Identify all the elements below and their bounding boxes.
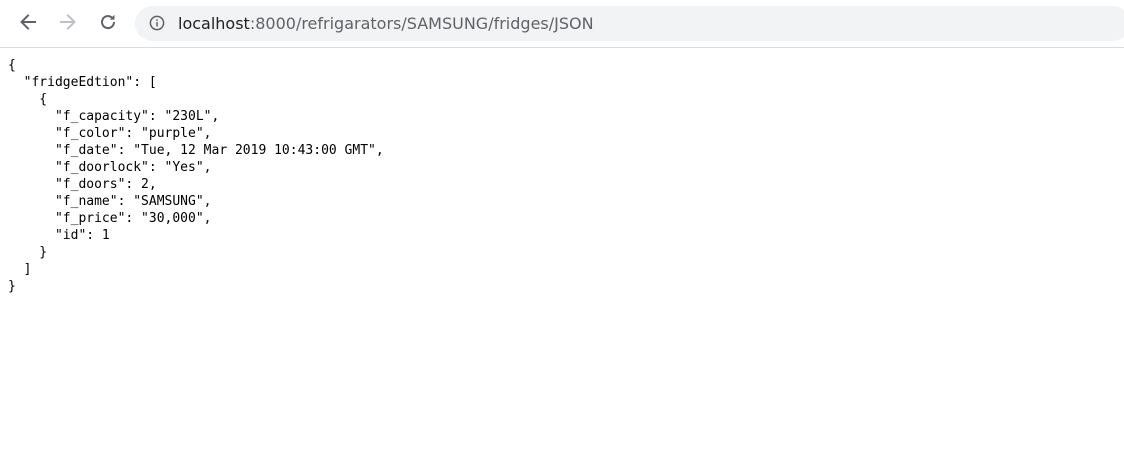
json-line: "f_color": "purple", [8,126,212,141]
json-line: } [8,279,16,294]
json-line: ] [8,262,32,277]
json-line: "fridgeEdtion": [ [8,75,157,90]
json-line: "f_price": "30,000", [8,211,212,226]
forward-arrow-icon [60,14,76,30]
json-line: "f_name": "SAMSUNG", [8,194,212,209]
url-host: localhost [178,14,250,33]
reload-button[interactable] [93,7,123,37]
url-path: :8000/refrigarators/SAMSUNG/fridges/JSON [249,14,594,33]
json-line: "f_doors": 2, [8,177,157,192]
browser-toolbar: localhost:8000/refrigarators/SAMSUNG/fri… [0,0,1124,48]
json-line: "f_doorlock": "Yes", [8,160,212,175]
json-line: "f_date": "Tue, 12 Mar 2019 10:43:00 GMT… [8,143,384,158]
back-button[interactable] [13,7,43,37]
json-response-body: { "fridgeEdtion": [ { "f_capacity": "230… [8,57,384,295]
url-text[interactable]: localhost:8000/refrigarators/SAMSUNG/fri… [178,6,594,41]
address-bar[interactable]: localhost:8000/refrigarators/SAMSUNG/fri… [135,6,1124,41]
json-line: { [8,58,16,73]
json-line: { [8,92,48,107]
json-line: "id": 1 [8,228,110,243]
forward-button[interactable] [53,7,83,37]
json-line: "f_capacity": "230L", [8,109,220,124]
info-icon[interactable] [149,15,165,31]
reload-icon [101,14,116,30]
back-arrow-icon [20,14,36,30]
json-line: } [8,245,48,260]
